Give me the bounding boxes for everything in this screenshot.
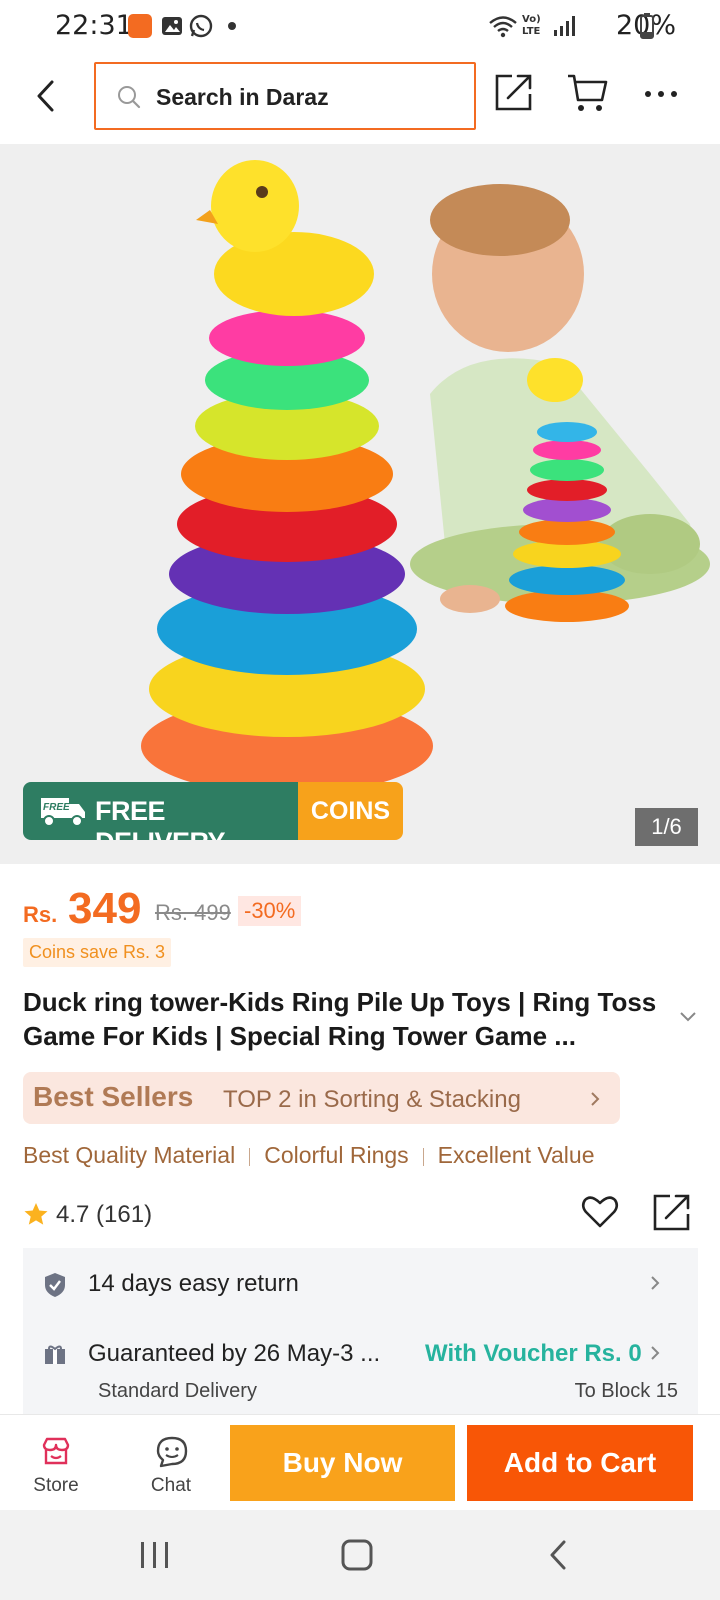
recent-apps-icon[interactable] [138, 1538, 172, 1572]
delivery-type: Standard Delivery [98, 1380, 257, 1402]
delivery-guarantee-text[interactable]: Guaranteed by 26 May-3 ... [88, 1340, 380, 1368]
system-navigation-bar [0, 1510, 720, 1600]
top-header: Search in Daraz [0, 52, 720, 144]
whatsapp-icon [189, 14, 213, 38]
product-detail-screen: 22:31 Vo) LTE 20% Search in Daraz FREE F… [0, 0, 720, 1600]
store-label: Store [33, 1475, 79, 1496]
battery-icon [640, 13, 654, 39]
price-currency: Rs. [23, 902, 58, 927]
free-badge-text: FREE [43, 802, 70, 813]
product-image-gallery[interactable] [0, 144, 720, 864]
back-nav-icon[interactable] [546, 1538, 570, 1572]
wifi-icon [489, 16, 517, 38]
chevron-right-icon [651, 1346, 660, 1360]
price: 349 [68, 884, 142, 933]
store-icon [42, 1437, 70, 1465]
search-placeholder: Search in Daraz [156, 84, 329, 110]
delivery-truck-icon: FREE [41, 798, 85, 827]
original-price: Rs. 499 [155, 900, 231, 925]
dot-icon [228, 22, 236, 30]
product-highlights: Best Quality Material Colorful Rings Excel… [23, 1142, 595, 1169]
chevron-right-icon [591, 1092, 600, 1106]
app-notification-icon [128, 14, 152, 38]
product-title: Duck ring tower-Kids Ring Pile Up Toys |… [23, 987, 657, 1051]
coins-save-badge: Coins save Rs. 3 [23, 938, 172, 967]
add-to-cart-button[interactable]: Add to Cart [467, 1425, 693, 1501]
wishlist-heart-icon[interactable] [580, 1192, 620, 1232]
delivery-location: To Block 15 [574, 1380, 678, 1402]
chat-button[interactable]: Chat [135, 1425, 207, 1501]
home-icon[interactable] [340, 1538, 374, 1572]
network-type: Vo) LTE [522, 14, 541, 37]
image-pager: 1/6 [635, 808, 698, 846]
best-sellers-rank: TOP 2 in Sorting & Stacking [223, 1086, 521, 1113]
return-policy-row[interactable]: 14 days easy return [23, 1248, 698, 1318]
share-icon[interactable] [652, 1192, 692, 1232]
highlight-tag: Best Quality Material [23, 1142, 236, 1168]
best-sellers-banner[interactable]: Best Sellers TOP 2 in Sorting & Stacking [23, 1072, 620, 1124]
free-delivery-badge: FREE FREE DELIVERY [23, 782, 298, 840]
chat-icon [156, 1436, 188, 1468]
gallery-icon [162, 17, 182, 35]
delivery-voucher[interactable]: With Voucher Rs. 0 [425, 1340, 642, 1368]
discount-badge: -30% [238, 896, 302, 926]
store-button[interactable]: Store [20, 1425, 92, 1501]
free-delivery-label: FREE DELIVERY [95, 796, 226, 840]
star-icon [24, 1203, 48, 1225]
search-bar[interactable]: Search in Daraz [94, 62, 476, 130]
tag-divider [249, 1147, 251, 1166]
chevron-down-icon[interactable] [678, 1010, 698, 1024]
status-bar: 22:31 Vo) LTE 20% [0, 0, 720, 52]
more-icon[interactable] [644, 90, 678, 98]
status-time: 22:31 [55, 10, 133, 41]
chevron-right-icon [651, 1276, 660, 1290]
product-image [141, 160, 710, 794]
gift-box-icon [45, 1345, 65, 1364]
tag-divider [422, 1147, 424, 1166]
best-sellers-label: Best Sellers [33, 1081, 194, 1112]
rating-summary[interactable]: 4.7 (161) [56, 1201, 152, 1229]
share-icon[interactable] [494, 72, 534, 112]
return-policy-text: 14 days easy return [88, 1270, 299, 1297]
signal-icon [554, 16, 575, 36]
back-icon[interactable] [30, 76, 62, 116]
highlight-tag: Colorful Rings [264, 1142, 409, 1168]
cart-icon[interactable] [566, 72, 610, 114]
coins-badge: COINS [298, 782, 403, 840]
search-icon [118, 86, 141, 109]
chat-label: Chat [150, 1475, 192, 1496]
shield-check-icon [45, 1273, 65, 1297]
buy-now-button[interactable]: Buy Now [230, 1425, 455, 1501]
free-delivery-coins-banner: FREE FREE DELIVERY COINS [23, 782, 403, 840]
highlight-tag: Excellent Value [437, 1142, 595, 1168]
service-info-panel: 14 days easy return Guaranteed by 26 May… [23, 1248, 698, 1416]
bottom-action-bar: Store Chat Buy Now Add to Cart [0, 1414, 720, 1510]
